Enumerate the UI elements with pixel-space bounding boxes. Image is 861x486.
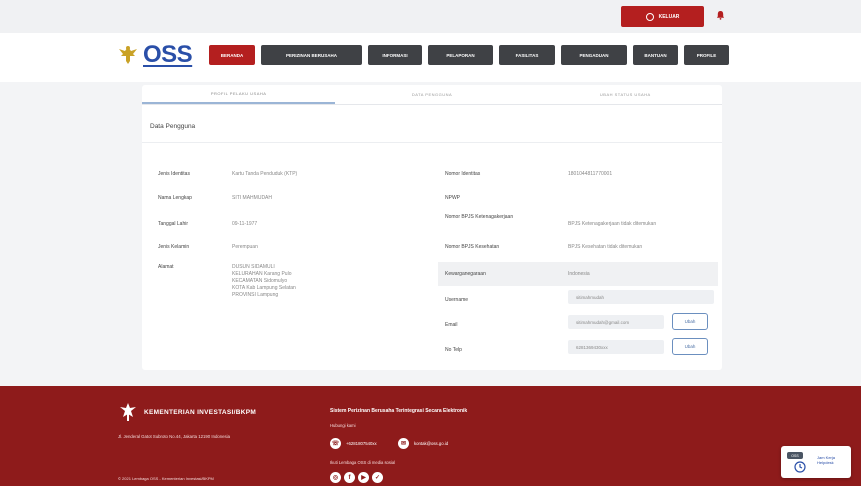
- profile-tabs: PROFIL PELAKU USAHA DATA PENGGUNA UBAH S…: [142, 85, 722, 105]
- label-jenis-identitas: Jenis Identitas: [158, 171, 190, 177]
- oss-logo: OSS: [143, 41, 193, 68]
- tab-data-pengguna[interactable]: DATA PENGGUNA: [335, 85, 528, 104]
- value-jenis-identitas: Kartu Tanda Penduduk (KTP): [232, 171, 298, 177]
- contact-phone[interactable]: +6281807540xx: [346, 441, 377, 446]
- system-title: Sistem Perizinan Berusaha Terintegrasi S…: [330, 408, 468, 414]
- nav-perizinan-berusaha[interactable]: PERIZINAN BERUSAHA: [261, 45, 362, 65]
- nav-pengaduan[interactable]: PENGADUAN: [561, 45, 627, 65]
- label-email: Email: [445, 322, 458, 328]
- facebook-icon[interactable]: f: [344, 472, 355, 483]
- contact-heading: Hubungi kami: [330, 423, 356, 428]
- power-icon: [645, 12, 654, 21]
- label-tanggal-lahir: Tanggal Lahir: [158, 221, 189, 227]
- helpdesk-widget[interactable]: OSS Jam Kerja Helpdesk: [781, 446, 851, 478]
- value-bpjs-kesehatan: BPJS Kesehatan tidak ditemukan: [568, 244, 643, 250]
- divider: [142, 142, 722, 143]
- ministry-address: Jl. Jenderal Gatot Subroto No.44, Jakart…: [118, 434, 231, 439]
- nav-beranda[interactable]: BERANDA: [209, 45, 255, 65]
- profile-card: PROFIL PELAKU USAHA DATA PENGGUNA UBAH S…: [142, 85, 722, 370]
- footer: KEMENTERIAN INVESTASI/BKPM Jl. Jenderal …: [0, 386, 861, 486]
- section-title: Data Pengguna: [150, 123, 196, 130]
- logout-label: KELUAR: [658, 13, 680, 20]
- value-kewarganegaraan: Indonesia: [568, 271, 590, 277]
- help-text: Jam Kerja Helpdesk: [817, 455, 836, 465]
- top-utility-bar: KELUAR: [0, 0, 861, 33]
- ministry-logo-icon: [120, 403, 136, 421]
- instagram-icon[interactable]: ◎: [330, 472, 341, 483]
- value-tanggal-lahir: 09-11-1977: [232, 221, 258, 227]
- change-phone-button[interactable]: Ubah: [672, 338, 708, 355]
- value-jenis-kelamin: Perempuan: [232, 244, 258, 250]
- phone-field: 6281369430xxx: [568, 340, 664, 354]
- nav-pelaporan[interactable]: PELAPORAN: [428, 45, 493, 65]
- clock-icon: [794, 461, 806, 473]
- username-field: sitimahmudah: [568, 290, 714, 304]
- phone-icon: ☏: [330, 438, 341, 449]
- mail-icon: ✉: [398, 438, 409, 449]
- label-npwp: NPWP: [445, 195, 460, 201]
- nav-fasilitas[interactable]: FASILITAS: [499, 45, 555, 65]
- value-bpjs-ketenagakerjaan: BPJS Ketenagakerjaan tidak ditemukan: [568, 221, 657, 227]
- label-nomor-identitas: Nomor Identitas: [445, 171, 481, 177]
- twitter-icon[interactable]: ✓: [372, 472, 383, 483]
- main-navbar: OSS BERANDA PERIZINAN BERUSAHA INFORMASI…: [0, 33, 861, 82]
- label-phone: No Telp: [445, 347, 462, 353]
- label-username: Username: [445, 297, 469, 303]
- value-alamat: DUSUN SIDAMULI KELURAHAN Karang Pulo KEC…: [232, 264, 296, 298]
- logout-button[interactable]: KELUAR: [621, 6, 704, 27]
- nav-profile[interactable]: PROFILE: [684, 45, 729, 65]
- label-kewarganegaraan: Kewarganegaraan: [445, 271, 486, 277]
- nav-bantuan[interactable]: BANTUAN: [633, 45, 678, 65]
- label-alamat: Alamat: [158, 264, 174, 270]
- label-nama-lengkap: Nama Lengkap: [158, 195, 192, 201]
- label-bpjs-kesehatan: Nomor BPJS Kesehatan: [445, 244, 500, 250]
- value-nama-lengkap: SITI MAHMUDAH: [232, 195, 272, 201]
- label-bpjs-ketenagakerjaan: Nomor BPJS Ketenagakerjaan: [445, 214, 514, 220]
- help-badge: OSS: [787, 452, 803, 459]
- value-nomor-identitas: 1801044811770001: [568, 171, 613, 177]
- nav-informasi[interactable]: INFORMASI: [368, 45, 422, 65]
- change-email-button[interactable]: Ubah: [672, 313, 708, 330]
- bell-icon[interactable]: [716, 10, 725, 20]
- copyright: © 2021 Lembaga OSS - Kementerian Investa…: [118, 476, 214, 481]
- tab-ubah-status-usaha[interactable]: UBAH STATUS USAHA: [529, 85, 722, 104]
- youtube-icon[interactable]: ▶: [358, 472, 369, 483]
- ministry-brand[interactable]: KEMENTERIAN INVESTASI/BKPM: [118, 402, 256, 422]
- tab-profil-pelaku-usaha[interactable]: PROFIL PELAKU USAHA: [142, 85, 336, 104]
- ministry-name: KEMENTERIAN INVESTASI/BKPM: [144, 408, 257, 416]
- brand[interactable]: OSS: [118, 41, 193, 69]
- contact-email[interactable]: kontak@oss.go.id: [414, 441, 448, 446]
- label-jenis-kelamin: Jenis Kelamin: [158, 244, 190, 250]
- garuda-emblem-icon: [119, 46, 137, 64]
- social-heading: Ikuti Lembaga OSS di media sosial: [330, 460, 396, 465]
- email-field: sitimahmudah@gmail.com: [568, 315, 664, 329]
